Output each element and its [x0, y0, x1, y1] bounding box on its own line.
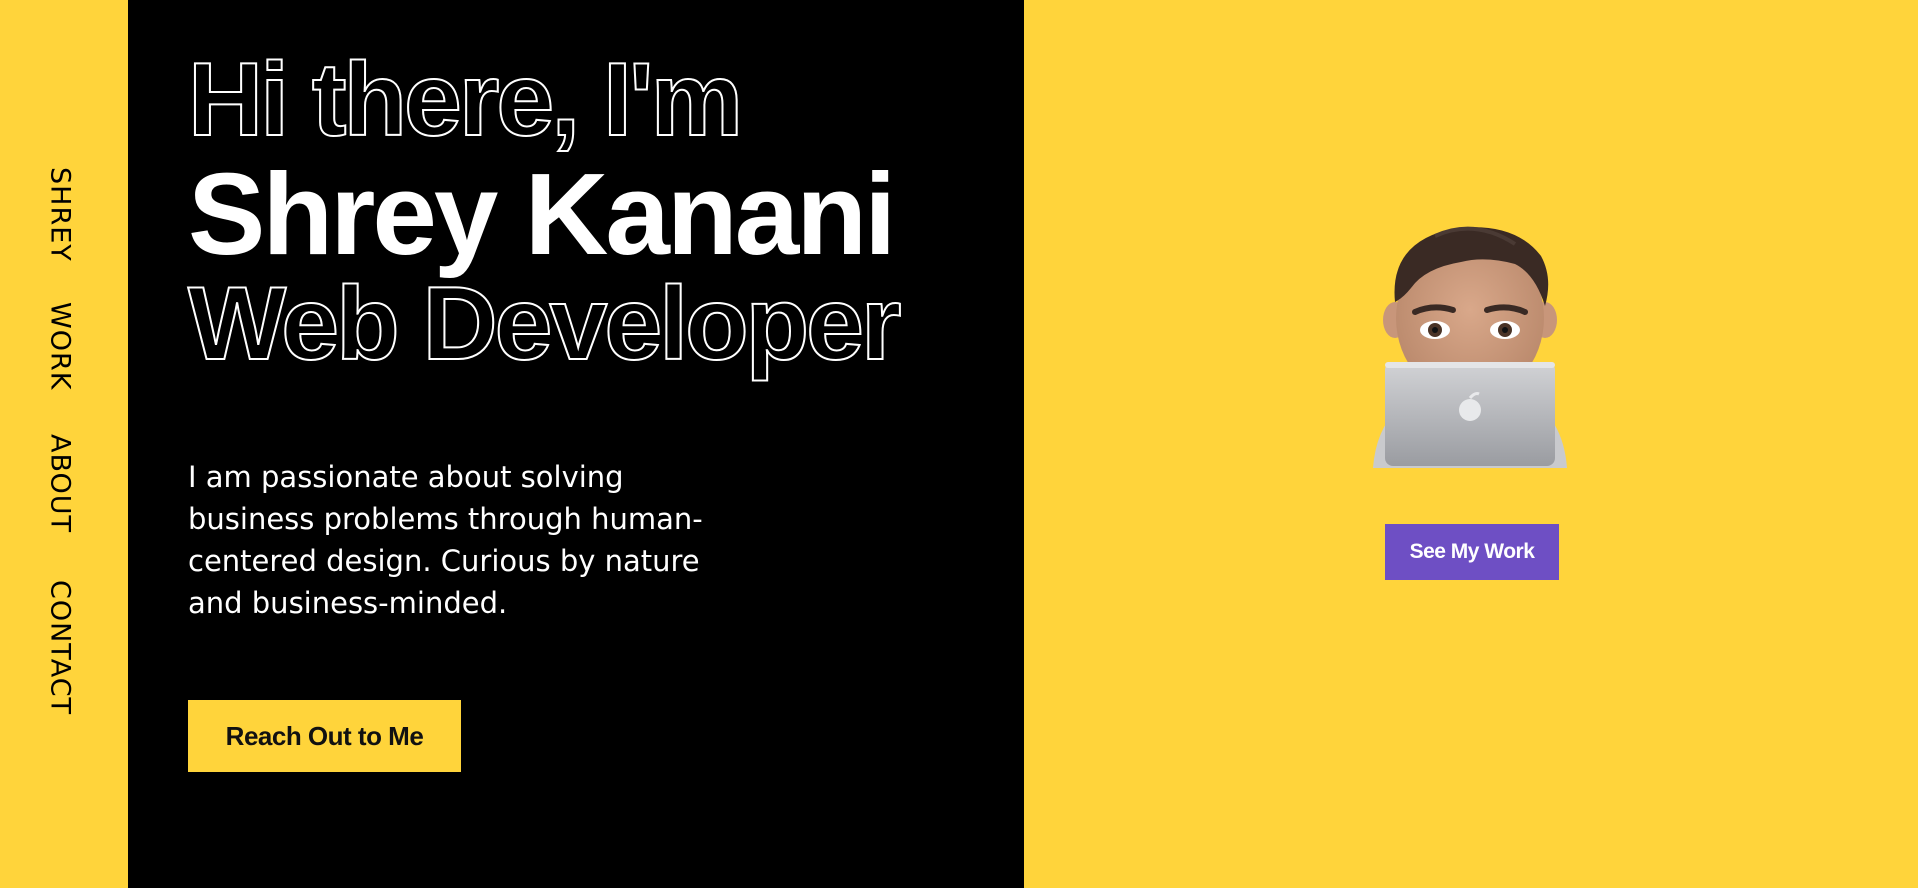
nav-link-work[interactable]: WORK [45, 302, 76, 390]
intro-paragraph: I am passionate about solving business p… [188, 460, 703, 620]
name-text: Shrey Kanani [188, 149, 896, 279]
see-my-work-button[interactable]: See My Work [1385, 524, 1559, 580]
greeting-text: Hi there, I'm [187, 42, 744, 158]
memoji-laptop-icon [1365, 222, 1575, 472]
hero-panel: Hi there, I'm Shrey Kanani Web Developer… [128, 0, 1024, 888]
role-text: Web Developer [187, 266, 902, 382]
nav-link-contact[interactable]: CONTACT [45, 580, 76, 715]
hero-headline: Hi there, I'm Shrey Kanani Web Developer [187, 42, 902, 382]
nav-link-about[interactable]: ABOUT [45, 434, 76, 533]
reach-out-button[interactable]: Reach Out to Me [188, 700, 461, 772]
nav-link-shrey[interactable]: SHREY [45, 167, 76, 262]
side-navigation: SHREY WORK ABOUT CONTACT [0, 0, 128, 888]
